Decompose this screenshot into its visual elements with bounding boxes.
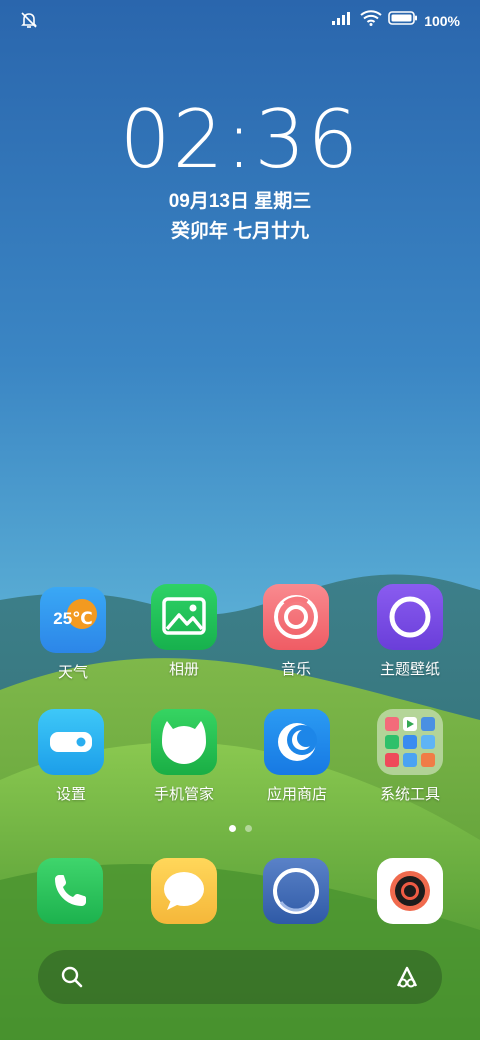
app-label: 主题壁纸 bbox=[379, 661, 440, 678]
settings-icon bbox=[38, 709, 104, 775]
app-store-icon bbox=[264, 709, 330, 775]
system-tools-folder-icon bbox=[377, 709, 443, 775]
date-text[interactable]: 09月13日 星期三 bbox=[0, 186, 480, 213]
page-indicator bbox=[0, 825, 480, 832]
app-weather[interactable]: 25℃ 天气 bbox=[18, 587, 128, 682]
app-label: 设置 bbox=[55, 786, 86, 803]
messages-icon bbox=[164, 872, 204, 910]
assistant-icon[interactable] bbox=[394, 964, 420, 995]
clock-time[interactable]: 02:36 bbox=[0, 92, 480, 188]
battery-icon bbox=[388, 10, 418, 31]
app-settings[interactable]: 设置 bbox=[16, 709, 126, 804]
folder-system-tools[interactable]: 系统工具 bbox=[355, 709, 465, 804]
app-theme[interactable]: 主题壁纸 bbox=[355, 584, 465, 679]
app-label: 系统工具 bbox=[379, 786, 440, 803]
page-dot bbox=[244, 825, 252, 832]
weather-temp: 25℃ bbox=[53, 609, 93, 628]
app-phone-manager[interactable]: 手机管家 bbox=[129, 709, 239, 804]
search-bar[interactable] bbox=[38, 950, 442, 1004]
music-icon bbox=[263, 584, 329, 650]
app-store[interactable]: 应用商店 bbox=[242, 709, 352, 804]
dock-browser[interactable] bbox=[263, 858, 329, 924]
battery-percent: 100% bbox=[424, 12, 460, 29]
app-label: 音乐 bbox=[280, 661, 311, 678]
dock-phone[interactable] bbox=[37, 858, 103, 924]
dock-messages[interactable] bbox=[151, 858, 217, 924]
lunar-date-text: 癸卯年 七月廿九 bbox=[170, 221, 310, 242]
app-gallery[interactable]: 相册 bbox=[129, 584, 239, 679]
search-icon[interactable] bbox=[60, 965, 84, 994]
bell-off-icon bbox=[20, 11, 38, 34]
browser-icon bbox=[273, 868, 319, 914]
page-dot-active bbox=[228, 825, 236, 832]
app-label: 应用商店 bbox=[266, 786, 327, 803]
phone-manager-icon bbox=[151, 709, 217, 775]
status-bar: 100% bbox=[0, 0, 480, 40]
signal-icon bbox=[332, 11, 354, 30]
app-label: 天气 bbox=[57, 664, 88, 681]
app-label: 相册 bbox=[168, 661, 199, 678]
dock-camera[interactable] bbox=[377, 858, 443, 924]
app-music[interactable]: 音乐 bbox=[241, 584, 351, 679]
camera-icon bbox=[390, 871, 430, 911]
weather-icon: 25℃ bbox=[40, 587, 106, 653]
wifi-icon bbox=[360, 10, 382, 31]
app-label: 手机管家 bbox=[153, 786, 214, 803]
phone-icon bbox=[55, 875, 86, 906]
gallery-icon bbox=[151, 584, 217, 650]
theme-icon bbox=[377, 584, 443, 650]
